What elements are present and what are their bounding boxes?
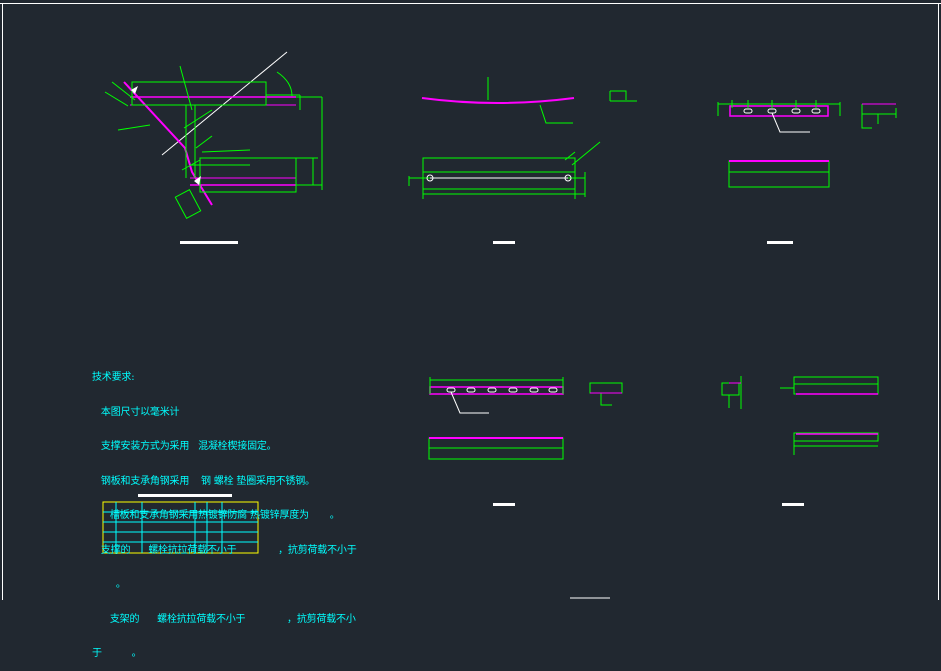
detail-title-bar — [767, 241, 793, 244]
note-line: 支撑安装方式为采用 混凝栓楔接固定。 — [92, 441, 277, 452]
detail-slotted-plate — [717, 100, 897, 244]
note-line: 槽板和支承角钢采用热镀锌防腐 热镀锌厚度为 。 — [92, 510, 340, 521]
detail-title-bar — [493, 241, 515, 244]
note-line: 本图尺寸以毫米计 — [92, 406, 180, 418]
note-line: 支撑的 螺栓抗拉荷载不小于 ，抗剪荷载不小于 — [92, 544, 357, 556]
note-line: 钢板和支承角钢采用 钢 螺栓 垫圈采用不锈钢。 — [92, 475, 315, 487]
technical-notes: 技术要求: 本图尺寸以毫米计 支撑安装方式为采用 混凝栓楔接固定。 钢板和支承角… — [92, 349, 357, 671]
note-line: 支架的 螺栓抗拉荷载不小于 ，抗剪荷载不小 — [92, 613, 356, 625]
detail-title-bar — [782, 503, 804, 506]
detail-curved-plate — [408, 77, 637, 244]
note-line: 技术要求: — [92, 372, 135, 383]
note-line: 。 — [92, 579, 126, 590]
detail-title-bar — [180, 241, 238, 244]
detail-angle-sections — [721, 376, 879, 506]
detail-title-bar — [493, 503, 515, 506]
note-line: 于 。 — [92, 648, 142, 659]
detail-slotted-plate-2 — [428, 377, 623, 506]
detail-bracket-node — [104, 51, 323, 244]
